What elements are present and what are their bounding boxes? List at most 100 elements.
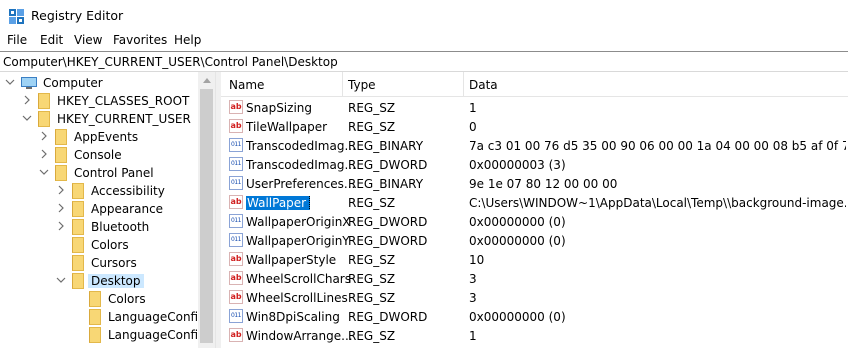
tree-node-label[interactable]: Computer [43,76,103,90]
value-row[interactable]: ab WallPaper REG_SZ C:\Users\WINDOW~1\AppDa… [221,193,848,212]
column-header-data[interactable]: Data [469,78,498,92]
string-value-icon: ab [229,119,243,133]
tree-node-label[interactable]: Accessibility [91,184,165,198]
scroll-up-arrow-icon[interactable] [203,78,211,83]
tree-node[interactable]: Colors [0,236,200,254]
value-type: REG_SZ [348,272,396,286]
chevron-down-icon[interactable] [39,167,49,177]
folder-icon [55,165,67,181]
chevron-down-icon[interactable] [22,113,32,123]
value-name[interactable]: WheelScrollLines [246,291,364,305]
tree-node-label[interactable]: AppEvents [74,130,138,144]
value-name[interactable]: WallpaperStyle [246,253,364,267]
value-row[interactable]: 011 UserPreferences... REG_BINARY 9e 1e 07 … [221,174,848,193]
value-row[interactable]: ab WallpaperStyle REG_SZ 10 [221,250,848,269]
chevron-right-icon[interactable] [39,131,49,141]
tree-node-label[interactable]: Control Panel [74,166,154,180]
tree-node[interactable]: AppEvents [0,128,200,146]
value-type: REG_SZ [348,253,396,267]
tree-scrollbar[interactable] [198,72,215,348]
value-name[interactable]: WheelScrollChars [246,272,364,286]
menu-help[interactable]: Help [174,33,201,47]
tree-node[interactable]: HKEY_CURRENT_USER [0,110,200,128]
value-name[interactable]: UserPreferences... [246,177,364,191]
tree-node[interactable]: Control Panel [0,164,200,182]
value-name[interactable]: WallpaperOriginY [246,234,364,248]
value-row[interactable]: 011 WallpaperOriginY REG_DWORD 0x00000000 (… [221,231,848,250]
tree-node-label[interactable]: Console [74,148,122,162]
tree-node-label[interactable]: Colors [108,292,146,306]
value-row[interactable]: 011 WallpaperOriginX REG_DWORD 0x00000000 (… [221,212,848,231]
value-name[interactable]: SnapSizing [246,101,364,115]
tree-node-label[interactable]: Appearance [91,202,163,216]
value-name[interactable]: WindowArrange... [246,329,364,343]
tree-node[interactable]: Computer [0,74,200,92]
binary-value-icon: 011 [229,309,243,323]
selected-value-name[interactable]: WallPaper [246,196,311,210]
tree-node-label[interactable]: Colors [91,238,129,252]
tree-node[interactable]: Desktop [0,272,200,290]
chevron-right-icon[interactable] [56,185,66,195]
value-data: 0x00000003 (3) [469,158,566,172]
column-header-name[interactable]: Name [229,78,264,92]
value-row[interactable]: ab WheelScrollChars REG_SZ 3 [221,269,848,288]
tree-node[interactable]: Bluetooth [0,218,200,236]
value-row[interactable]: ab WheelScrollLines REG_SZ 3 [221,288,848,307]
tree-node[interactable]: Colors [0,290,200,308]
folder-icon [89,309,101,325]
value-data: 9e 1e 07 80 12 00 00 00 [469,177,618,191]
menu-view[interactable]: View [74,33,102,47]
tree-node[interactable]: LanguageConfigu [0,326,213,344]
scrollbar-thumb[interactable] [200,89,213,343]
value-row[interactable]: 011 Win8DpiScaling REG_DWORD 0x00000000 (0) [221,307,848,326]
menu-favorites[interactable]: Favorites [113,33,167,47]
tree-node-label[interactable]: HKEY_CURRENT_USER [57,112,191,126]
column-divider[interactable] [463,72,464,97]
string-value-icon: ab [229,328,243,342]
tree-node[interactable]: Cursors [0,254,200,272]
value-name[interactable]: Win8DpiScaling [246,310,364,324]
tree-node-label[interactable]: Cursors [91,256,137,270]
tree-node-label[interactable]: HKEY_CLASSES_ROOT [57,94,189,108]
list-header: Name Type Data [221,72,848,97]
tree-node[interactable]: Accessibility [0,182,200,200]
value-type: REG_DWORD [348,234,428,248]
value-name[interactable]: TileWallpaper [246,120,364,134]
value-name[interactable]: WallPaper [246,196,311,210]
tree-node-label[interactable]: Bluetooth [91,220,149,234]
value-data: 3 [469,272,477,286]
value-row[interactable]: ab TileWallpaper REG_SZ 0 [221,117,848,136]
value-type: REG_SZ [348,291,396,305]
value-row[interactable]: ab WindowArrange... REG_SZ 1 [221,326,848,345]
chevron-right-icon[interactable] [56,221,66,231]
folder-icon [38,93,50,109]
menu-file[interactable]: File [7,33,27,47]
value-name[interactable]: WallpaperOriginX [246,215,364,229]
chevron-right-icon[interactable] [56,203,66,213]
folder-icon [38,111,50,127]
tree-node[interactable]: HKEY_CLASSES_ROOT [0,92,200,110]
chevron-right-icon[interactable] [22,95,32,105]
key-tree[interactable]: Computer HKEY_CLASSES_ROOT HKEY_CURRENT_US… [0,72,215,348]
value-name[interactable]: TranscodedImag... [246,139,364,153]
chevron-right-icon[interactable] [39,149,49,159]
address-path[interactable]: Computer\HKEY_CURRENT_USER\Control Panel… [3,55,338,69]
values-list[interactable]: Name Type Data ab SnapSizing REG_SZ 1 ab Tile… [221,72,848,348]
value-type: REG_DWORD [348,215,428,229]
value-row[interactable]: 011 TranscodedImag... REG_BINARY 7a c3 01 0… [221,136,848,155]
column-header-type[interactable]: Type [348,78,376,92]
value-name[interactable]: TranscodedImag... [246,158,364,172]
chevron-down-icon[interactable] [56,275,66,285]
value-data: C:\Users\WINDOW~1\AppData\Local\Temp\\ba… [469,196,846,210]
chevron-down-icon[interactable] [5,77,15,87]
tree-node[interactable]: LanguageConfigu [0,308,213,326]
tree-node-label[interactable]: Desktop [88,274,144,288]
tree-node[interactable]: Appearance [0,200,200,218]
column-divider[interactable] [342,72,343,97]
tree-node[interactable]: Console [0,146,200,164]
value-row[interactable]: ab SnapSizing REG_SZ 1 [221,98,848,117]
menu-edit[interactable]: Edit [40,33,63,47]
value-row[interactable]: 011 TranscodedImag... REG_DWORD 0x00000003 … [221,155,848,174]
address-bar[interactable]: Computer\HKEY_CURRENT_USER\Control Panel… [0,51,848,72]
value-data: 7a c3 01 00 76 d5 35 00 90 06 00 00 1a 0… [469,139,846,153]
